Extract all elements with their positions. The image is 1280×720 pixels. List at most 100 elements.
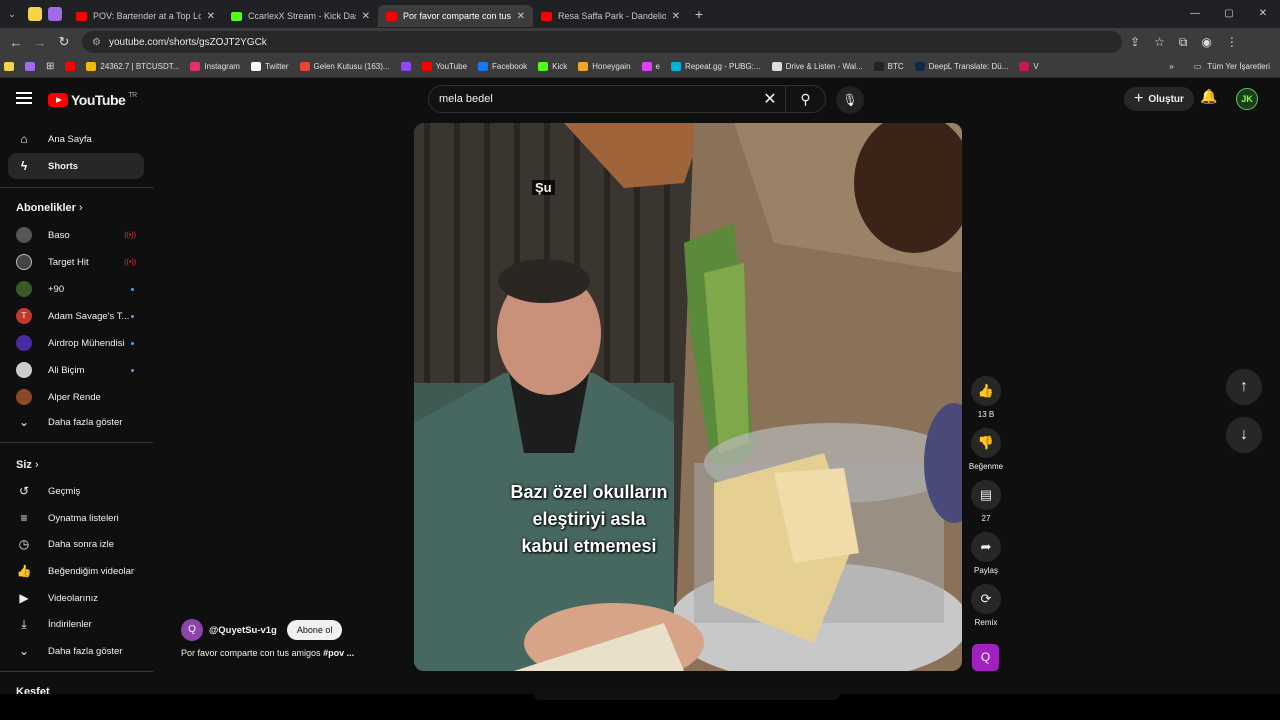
comments-button[interactable]: ▤ bbox=[971, 480, 1001, 510]
create-button[interactable]: + Oluştur bbox=[1124, 87, 1194, 111]
sidebar-sub-airdrop[interactable]: Airdrop Mühendisi bbox=[8, 330, 144, 356]
close-window-icon[interactable]: ✕ bbox=[1246, 0, 1280, 28]
sidebar-item-watch-later[interactable]: ◷ Daha sonra izle bbox=[8, 531, 144, 557]
sidebar-sub-plus90[interactable]: +90 bbox=[8, 276, 144, 302]
tab-search-icon[interactable]: ⌄ bbox=[0, 9, 24, 20]
maximize-icon[interactable]: ▢ bbox=[1212, 0, 1246, 28]
apps-icon[interactable]: ⊞ bbox=[46, 61, 54, 72]
forward-icon[interactable]: → bbox=[28, 35, 52, 50]
bookmark-item[interactable]: V bbox=[1019, 62, 1039, 71]
browser-tab[interactable]: POV: Bartender at a Top London ✕ bbox=[68, 5, 223, 27]
liked-videos-icon: 👍 bbox=[16, 564, 32, 578]
channel-name[interactable]: @QuyetSu-v1g bbox=[209, 625, 277, 636]
menu-icon[interactable]: ⋮ bbox=[1226, 35, 1238, 50]
back-icon[interactable]: ← bbox=[4, 35, 28, 50]
bookmark-item[interactable]: e bbox=[641, 62, 660, 71]
menu-hamburger-icon[interactable] bbox=[16, 92, 32, 104]
channel-avatar[interactable]: Q bbox=[181, 619, 203, 641]
sidebar-item-history[interactable]: ↺ Geçmiş bbox=[8, 478, 144, 504]
bookmark-item[interactable] bbox=[65, 62, 76, 71]
sidebar-subs-show-more[interactable]: ⌄ Daha fazla göster bbox=[8, 409, 144, 435]
bookmark-item[interactable]: Kick bbox=[538, 62, 567, 71]
bookmark-favicon-icon bbox=[641, 62, 652, 71]
all-bookmarks-link[interactable]: Tüm Yer İşaretleri bbox=[1207, 62, 1270, 71]
remix-button[interactable]: ⟳ bbox=[971, 584, 1001, 614]
close-icon[interactable]: ✕ bbox=[517, 11, 525, 22]
sidebar-item-liked-videos[interactable]: 👍 Beğendiğim videolar bbox=[8, 558, 144, 584]
reload-icon[interactable]: ↻ bbox=[52, 34, 76, 50]
bookmark-item[interactable]: Drive & Listen - Wal... bbox=[771, 62, 863, 71]
subscriptions-heading[interactable]: Abonelikler › bbox=[16, 202, 83, 214]
extension-icon[interactable] bbox=[48, 7, 62, 21]
new-tab-button[interactable]: + bbox=[688, 6, 710, 22]
close-icon[interactable]: ✕ bbox=[362, 11, 370, 22]
notifications-bell-icon[interactable]: 🔔 bbox=[1200, 88, 1217, 105]
next-short-button[interactable]: ↓ bbox=[1226, 417, 1262, 453]
dislike-button[interactable]: 👎 bbox=[971, 428, 1001, 458]
close-icon[interactable]: ✕ bbox=[672, 11, 680, 22]
home-icon: ⌂ bbox=[20, 132, 28, 146]
sidebar-item-shorts[interactable]: ϟ Shorts bbox=[8, 153, 144, 179]
bookmark-favicon-icon bbox=[670, 62, 681, 71]
microphone-icon[interactable]: 🎙 bbox=[836, 86, 864, 114]
browser-tab[interactable]: CcarlexX Stream - Kick Das ✕ bbox=[223, 5, 378, 27]
sidebar-sub-baso[interactable]: Baso ((•)) bbox=[8, 222, 144, 248]
bookmark-item[interactable]: Repeat.gg - PUBG:... bbox=[670, 62, 761, 71]
bookmark-item[interactable]: Facebook bbox=[478, 62, 527, 71]
browser-tab-active[interactable]: Por favor comparte con tus ✕ bbox=[378, 5, 533, 27]
bookmark-favicon-icon bbox=[1019, 62, 1030, 71]
sidebar-you-show-more[interactable]: ⌄ Daha fazla göster bbox=[8, 638, 144, 664]
short-description[interactable]: Por favor comparte con tus amigos #pov .… bbox=[181, 648, 354, 658]
search-input[interactable]: mela bedel bbox=[439, 93, 755, 105]
sidebar-item-downloads[interactable]: ⤓ İndirilenler bbox=[8, 611, 144, 637]
share-label: Paylaş bbox=[973, 566, 998, 575]
minimize-icon[interactable]: — bbox=[1178, 0, 1212, 28]
sidebar-sub-target-hit[interactable]: Target Hit ((•)) bbox=[8, 249, 144, 275]
bookmark-icon-purple[interactable] bbox=[25, 62, 35, 71]
sidebar-sub-alper-rende[interactable]: Alper Rende bbox=[8, 384, 144, 410]
more-bookmarks-icon[interactable]: » bbox=[1169, 62, 1173, 71]
bookmark-item[interactable]: Instagram bbox=[190, 62, 240, 71]
site-info-icon[interactable]: ⚙ bbox=[92, 37, 101, 48]
bookmark-label: Kick bbox=[552, 62, 568, 71]
sidebar-item-home[interactable]: ⌂ Ana Sayfa bbox=[8, 126, 144, 152]
close-icon[interactable]: ✕ bbox=[207, 11, 215, 22]
bookmark-item[interactable]: Gelen Kutusu (163)... bbox=[299, 62, 390, 71]
bookmark-item[interactable]: BTC bbox=[873, 62, 904, 71]
bookmark-item[interactable]: DeepL Translate: Dü... bbox=[914, 62, 1008, 71]
bookmark-item[interactable]: YouTube bbox=[421, 62, 467, 71]
bookmark-item[interactable]: 24362.7 | BTCUSDT... bbox=[86, 62, 179, 71]
search-box[interactable]: mela bedel ✕ ⚲ bbox=[428, 85, 826, 113]
account-avatar[interactable]: JK bbox=[1236, 88, 1258, 110]
bookmark-star-icon[interactable]: ☆ bbox=[1154, 35, 1165, 50]
bookmark-icon-yellow[interactable] bbox=[4, 62, 14, 71]
like-button[interactable]: 👍 bbox=[971, 376, 1001, 406]
install-icon[interactable]: ⇪ bbox=[1130, 35, 1140, 50]
sidebar-item-label: Videolarınız bbox=[48, 592, 98, 604]
bookmark-item[interactable]: Honeygain bbox=[578, 62, 631, 71]
shorts-video-player[interactable]: Şu Bazı özel okulların eleştiriyi asla k… bbox=[414, 123, 962, 671]
extensions-icon[interactable]: ⧉ bbox=[1179, 35, 1188, 50]
sidebar-sub-ali-bicim[interactable]: Ali Biçim bbox=[8, 357, 144, 383]
profile-sync-icon[interactable]: ◉ bbox=[1201, 35, 1211, 50]
previous-short-button[interactable]: ↑ bbox=[1226, 369, 1262, 405]
you-heading[interactable]: Siz › bbox=[16, 459, 39, 471]
sound-source-avatar[interactable]: Q bbox=[972, 644, 999, 671]
watch-later-icon: ◷ bbox=[18, 537, 30, 551]
sidebar-sub-adam-savage[interactable]: T Adam Savage's T... bbox=[8, 303, 144, 329]
bookmark-item[interactable]: Twitter bbox=[250, 62, 289, 71]
subscribe-button[interactable]: Abone ol bbox=[286, 620, 343, 640]
youtube-logo[interactable]: YouTube TR bbox=[48, 92, 137, 108]
bookmark-item[interactable] bbox=[400, 62, 411, 71]
sidebar-item-your-videos[interactable]: ▶ Videolarınız bbox=[8, 585, 144, 611]
hashtag-link[interactable]: #pov ... bbox=[323, 648, 354, 658]
clear-search-icon[interactable]: ✕ bbox=[755, 89, 785, 109]
extension-icon[interactable] bbox=[28, 7, 42, 21]
channel-avatar bbox=[16, 362, 32, 378]
share-button[interactable]: ➦ bbox=[971, 532, 1001, 562]
chevron-down-icon: ⌄ bbox=[18, 644, 30, 658]
url-field[interactable]: ⚙ youtube.com/shorts/gsZOJT2YGCk bbox=[82, 31, 1122, 53]
search-icon[interactable]: ⚲ bbox=[785, 86, 825, 112]
sidebar-item-playlists[interactable]: ≡ Oynatma listeleri bbox=[8, 505, 144, 531]
browser-tab[interactable]: Resa Saffa Park - Dandelions ( ✕ bbox=[533, 5, 688, 27]
